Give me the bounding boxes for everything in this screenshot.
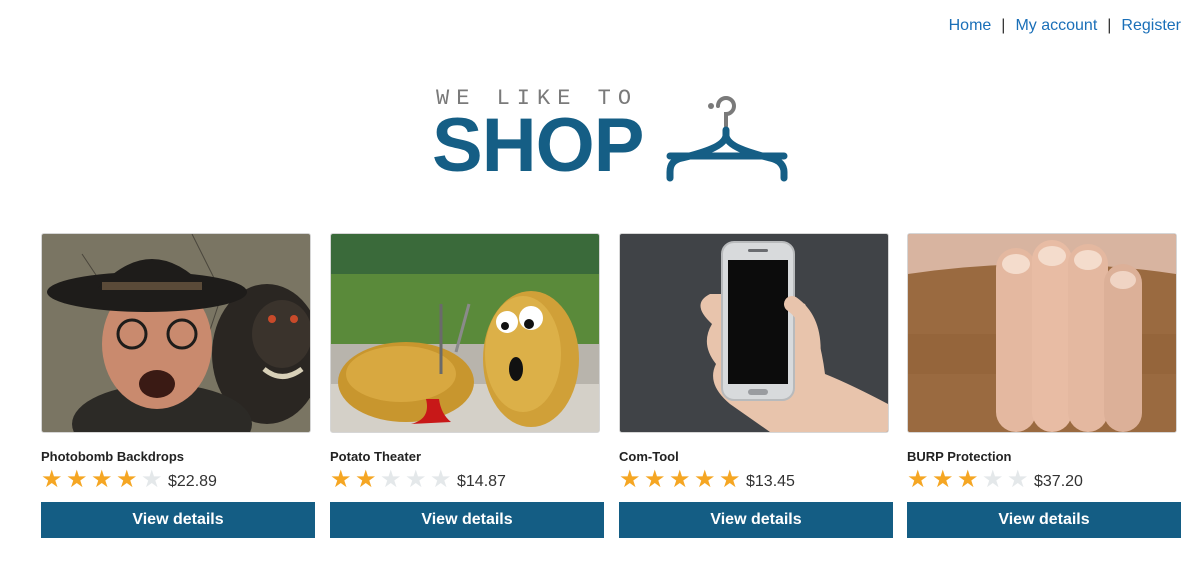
product-name: Photobomb Backdrops [41, 449, 185, 464]
product-price: $14.87 [457, 473, 506, 490]
register-link[interactable]: Register [1121, 17, 1181, 35]
star-empty-icon: ★ [430, 466, 452, 493]
product-card: BURP Protection ★ ★ ★ ★ ★ $37.20 View detail… [907, 233, 1181, 538]
star-filled-icon: ★ [91, 466, 113, 493]
product-card: Photobomb Backdrops ★ ★ ★ ★ ★ $22.89 View de… [41, 233, 315, 538]
star-filled-icon: ★ [116, 466, 138, 493]
star-empty-icon: ★ [141, 466, 163, 493]
star-rating: ★ ★ ★ ★ ★ [330, 468, 455, 492]
product-image[interactable] [907, 233, 1177, 433]
product-rating-row: ★ ★ ★ ★ ★ $37.20 [907, 467, 1181, 493]
star-rating: ★ ★ ★ ★ ★ [907, 468, 1032, 492]
view-details-button[interactable]: View details [907, 502, 1181, 538]
star-empty-icon: ★ [405, 466, 427, 493]
view-details-button[interactable]: View details [619, 502, 893, 538]
star-filled-icon: ★ [355, 466, 377, 493]
home-link[interactable]: Home [949, 17, 992, 35]
view-details-button[interactable]: View details [330, 502, 604, 538]
product-price: $37.20 [1034, 473, 1083, 490]
product-price: $13.45 [746, 473, 795, 490]
star-filled-icon: ★ [932, 466, 954, 493]
product-name: Com-Tool [619, 449, 679, 464]
star-filled-icon: ★ [66, 466, 88, 493]
view-details-button[interactable]: View details [41, 502, 315, 538]
site-logo: WE LIKE TO SHOP [432, 86, 792, 186]
star-filled-icon: ★ [669, 466, 691, 493]
hanger-icon [666, 96, 788, 182]
star-empty-icon: ★ [982, 466, 1004, 493]
star-filled-icon: ★ [957, 466, 979, 493]
nav-separator: | [1107, 17, 1112, 34]
nav-separator: | [1001, 17, 1006, 34]
product-image[interactable] [41, 233, 311, 433]
star-filled-icon: ★ [619, 466, 641, 493]
star-empty-icon: ★ [1007, 466, 1029, 493]
product-image[interactable] [330, 233, 600, 433]
product-name: Potato Theater [330, 449, 422, 464]
top-navigation: Home | My account | Register [949, 17, 1181, 35]
star-rating: ★ ★ ★ ★ ★ [41, 468, 166, 492]
star-filled-icon: ★ [330, 466, 352, 493]
logo-brand: SHOP [432, 103, 644, 188]
star-rating: ★ ★ ★ ★ ★ [619, 468, 744, 492]
star-filled-icon: ★ [907, 466, 929, 493]
product-card: Potato Theater ★ ★ ★ ★ ★ $14.87 View details [330, 233, 604, 538]
star-filled-icon: ★ [41, 466, 63, 493]
product-rating-row: ★ ★ ★ ★ ★ $22.89 [41, 467, 315, 493]
star-filled-icon: ★ [694, 466, 716, 493]
my-account-link[interactable]: My account [1015, 17, 1097, 35]
product-card: Com-Tool ★ ★ ★ ★ ★ $13.45 View details [619, 233, 893, 538]
product-name: BURP Protection [907, 449, 1012, 464]
product-rating-row: ★ ★ ★ ★ ★ $14.87 [330, 467, 604, 493]
product-rating-row: ★ ★ ★ ★ ★ $13.45 [619, 467, 893, 493]
page: Home | My account | Register WE LIKE TO … [0, 0, 1198, 566]
product-price: $22.89 [168, 473, 217, 490]
product-image[interactable] [619, 233, 889, 433]
star-filled-icon: ★ [719, 466, 741, 493]
star-empty-icon: ★ [380, 466, 402, 493]
star-filled-icon: ★ [644, 466, 666, 493]
